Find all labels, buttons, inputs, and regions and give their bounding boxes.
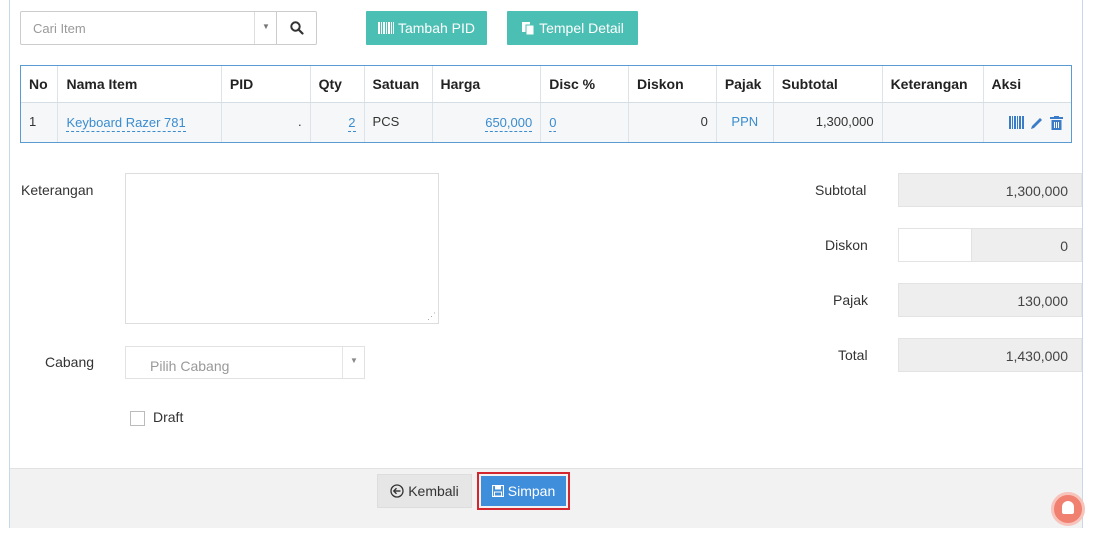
kembali-button[interactable]: Kembali [377, 474, 472, 508]
row-actions [992, 114, 1063, 130]
summary-pajak-label: Pajak [833, 292, 869, 308]
summary-diskon-label: Diskon [825, 237, 868, 253]
barcode-icon[interactable] [1009, 116, 1024, 129]
cell-subtotal: 1,300,000 [773, 102, 883, 142]
search-placeholder: Cari Item [33, 21, 86, 36]
cabang-select[interactable]: Pilih Cabang ▼ [125, 346, 365, 379]
search-button[interactable] [276, 11, 317, 45]
col-header-disc-pct: Disc % [540, 66, 629, 103]
summary-subtotal-label: Subtotal [815, 182, 867, 198]
simpan-label: Simpan [507, 483, 556, 499]
save-icon [491, 485, 504, 497]
qty-editable[interactable]: 2 [348, 114, 356, 132]
barcode-icon [377, 22, 394, 34]
items-table: No Nama Item PID Qty Satuan Harga Disc %… [20, 65, 1072, 143]
cabang-dropdown-caret[interactable]: ▼ [342, 347, 364, 378]
simpan-highlight: Simpan [477, 472, 570, 510]
col-header-pid: PID [221, 66, 311, 103]
tambah-pid-button[interactable]: Tambah PID [366, 11, 487, 45]
cell-keterangan[interactable] [882, 102, 984, 142]
col-header-subtotal: Subtotal [773, 66, 883, 103]
table-row: 1 Keyboard Razer 781 . 2 PCS 650,000 0 0… [21, 102, 1071, 142]
col-header-satuan: Satuan [364, 66, 433, 103]
pencil-icon[interactable] [1030, 116, 1044, 130]
keterangan-textarea[interactable]: ⋰ [125, 173, 439, 324]
col-header-harga: Harga [432, 66, 542, 103]
table-header-row: No Nama Item PID Qty Satuan Harga Disc %… [21, 66, 1071, 103]
dropdown-caret[interactable]: ▼ [254, 12, 276, 44]
cell-no: 1 [21, 102, 59, 142]
keterangan-label: Keterangan [21, 182, 94, 198]
pajak-link[interactable]: PPN [716, 102, 774, 142]
search-icon [290, 21, 304, 35]
cabang-label: Cabang [45, 354, 95, 370]
paste-icon [522, 22, 535, 35]
simpan-button[interactable]: Simpan [481, 476, 566, 506]
cell-pid[interactable]: . [221, 102, 311, 142]
summary-pajak-value: 130,000 [898, 283, 1082, 317]
disc-pct-editable[interactable]: 0 [549, 114, 557, 132]
cell-diskon: 0 [628, 102, 717, 142]
tempel-detail-label: Tempel Detail [539, 20, 624, 36]
col-header-nama-item: Nama Item [57, 66, 222, 103]
back-arrow-icon [390, 484, 404, 498]
chevron-down-icon: ▼ [350, 356, 358, 365]
cabang-placeholder: Pilih Cabang [150, 358, 230, 374]
summary-subtotal-value: 1,300,000 [898, 173, 1082, 207]
chevron-down-icon: ▼ [262, 22, 270, 31]
diskon-input[interactable] [898, 228, 972, 262]
summary-total-value: 1,430,000 [898, 338, 1082, 372]
harga-editable[interactable]: 650,000 [485, 114, 533, 132]
col-header-no: No [21, 66, 59, 103]
bell-icon [1062, 501, 1074, 514]
draft-checkbox[interactable] [130, 411, 145, 426]
kembali-label: Kembali [408, 483, 459, 499]
col-header-aksi: Aksi [983, 66, 1071, 103]
tempel-detail-button[interactable]: Tempel Detail [507, 11, 638, 45]
notification-bell[interactable] [1051, 492, 1085, 526]
col-header-pajak: Pajak [716, 66, 774, 103]
draft-label: Draft [153, 409, 184, 425]
summary-total-label: Total [838, 347, 868, 363]
col-header-keterangan: Keterangan [882, 66, 984, 103]
cell-satuan: PCS [364, 102, 433, 142]
col-header-qty: Qty [310, 66, 365, 103]
item-name-link[interactable]: Keyboard Razer 781 [66, 114, 186, 132]
tambah-pid-label: Tambah PID [397, 20, 476, 36]
col-header-diskon: Diskon [628, 66, 717, 103]
item-search-select[interactable]: Cari Item ▼ [20, 11, 277, 45]
resize-grip-icon[interactable]: ⋰ [427, 311, 436, 322]
trash-icon[interactable] [1050, 115, 1063, 130]
